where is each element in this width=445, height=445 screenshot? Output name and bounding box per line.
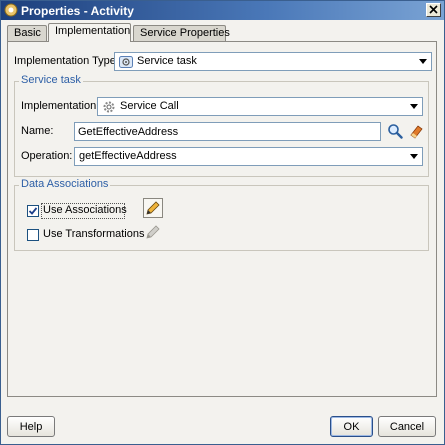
service-task-group-title: Service task [19, 74, 83, 86]
help-button[interactable]: Help [7, 416, 55, 437]
use-transformations-label[interactable]: Use Transformations [43, 228, 144, 240]
activity-icon [4, 3, 18, 17]
implementation-type-value: Service task [137, 55, 197, 67]
window-title: Properties - Activity [21, 4, 134, 18]
chevron-down-icon [410, 154, 418, 159]
tab-service-properties[interactable]: Service Properties [133, 25, 230, 41]
implementation-value: Service Call [120, 100, 179, 112]
use-associations-label[interactable]: Use Associations [43, 204, 127, 216]
properties-dialog: Properties - Activity Basic Implementati… [0, 0, 445, 445]
data-associations-group-title: Data Associations [19, 178, 111, 190]
chevron-down-icon [419, 59, 427, 64]
implementation-type-label: Implementation Type: [14, 55, 119, 67]
service-task-icon [119, 56, 133, 68]
operation-value: getEffectiveAddress [79, 150, 177, 162]
title-bar[interactable]: Properties - Activity [1, 1, 444, 20]
operation-select[interactable]: getEffectiveAddress [74, 147, 423, 166]
close-button[interactable] [426, 3, 441, 17]
cancel-button[interactable]: Cancel [378, 416, 436, 437]
service-task-group: Service task Implementation: Service Cal… [14, 74, 429, 177]
implementation-panel: Implementation Type: Service task Servic… [7, 41, 437, 397]
implementation-type-select[interactable]: Service task [114, 52, 432, 71]
edit-pencil-disabled-icon [146, 225, 160, 239]
name-input[interactable] [75, 123, 380, 140]
close-icon [429, 5, 438, 14]
checkmark-icon [28, 207, 38, 215]
tab-basic[interactable]: Basic [7, 25, 47, 41]
operation-label: Operation: [21, 150, 73, 162]
chevron-down-icon [410, 104, 418, 109]
use-associations-checkbox[interactable] [27, 205, 39, 217]
tab-implementation[interactable]: Implementation [48, 23, 131, 42]
edit-pencil-icon[interactable] [143, 198, 163, 218]
use-transformations-checkbox[interactable] [27, 229, 39, 241]
name-field[interactable] [74, 122, 381, 141]
name-label: Name: [21, 125, 54, 137]
gear-icon [103, 101, 115, 113]
ok-button[interactable]: OK [330, 416, 373, 437]
implementation-select[interactable]: Service Call [97, 97, 423, 116]
implementation-label: Implementation: [21, 100, 100, 112]
data-associations-group: Data Associations Use Associations Use T… [14, 178, 429, 251]
eraser-icon[interactable] [408, 123, 424, 139]
search-icon[interactable] [387, 123, 403, 139]
